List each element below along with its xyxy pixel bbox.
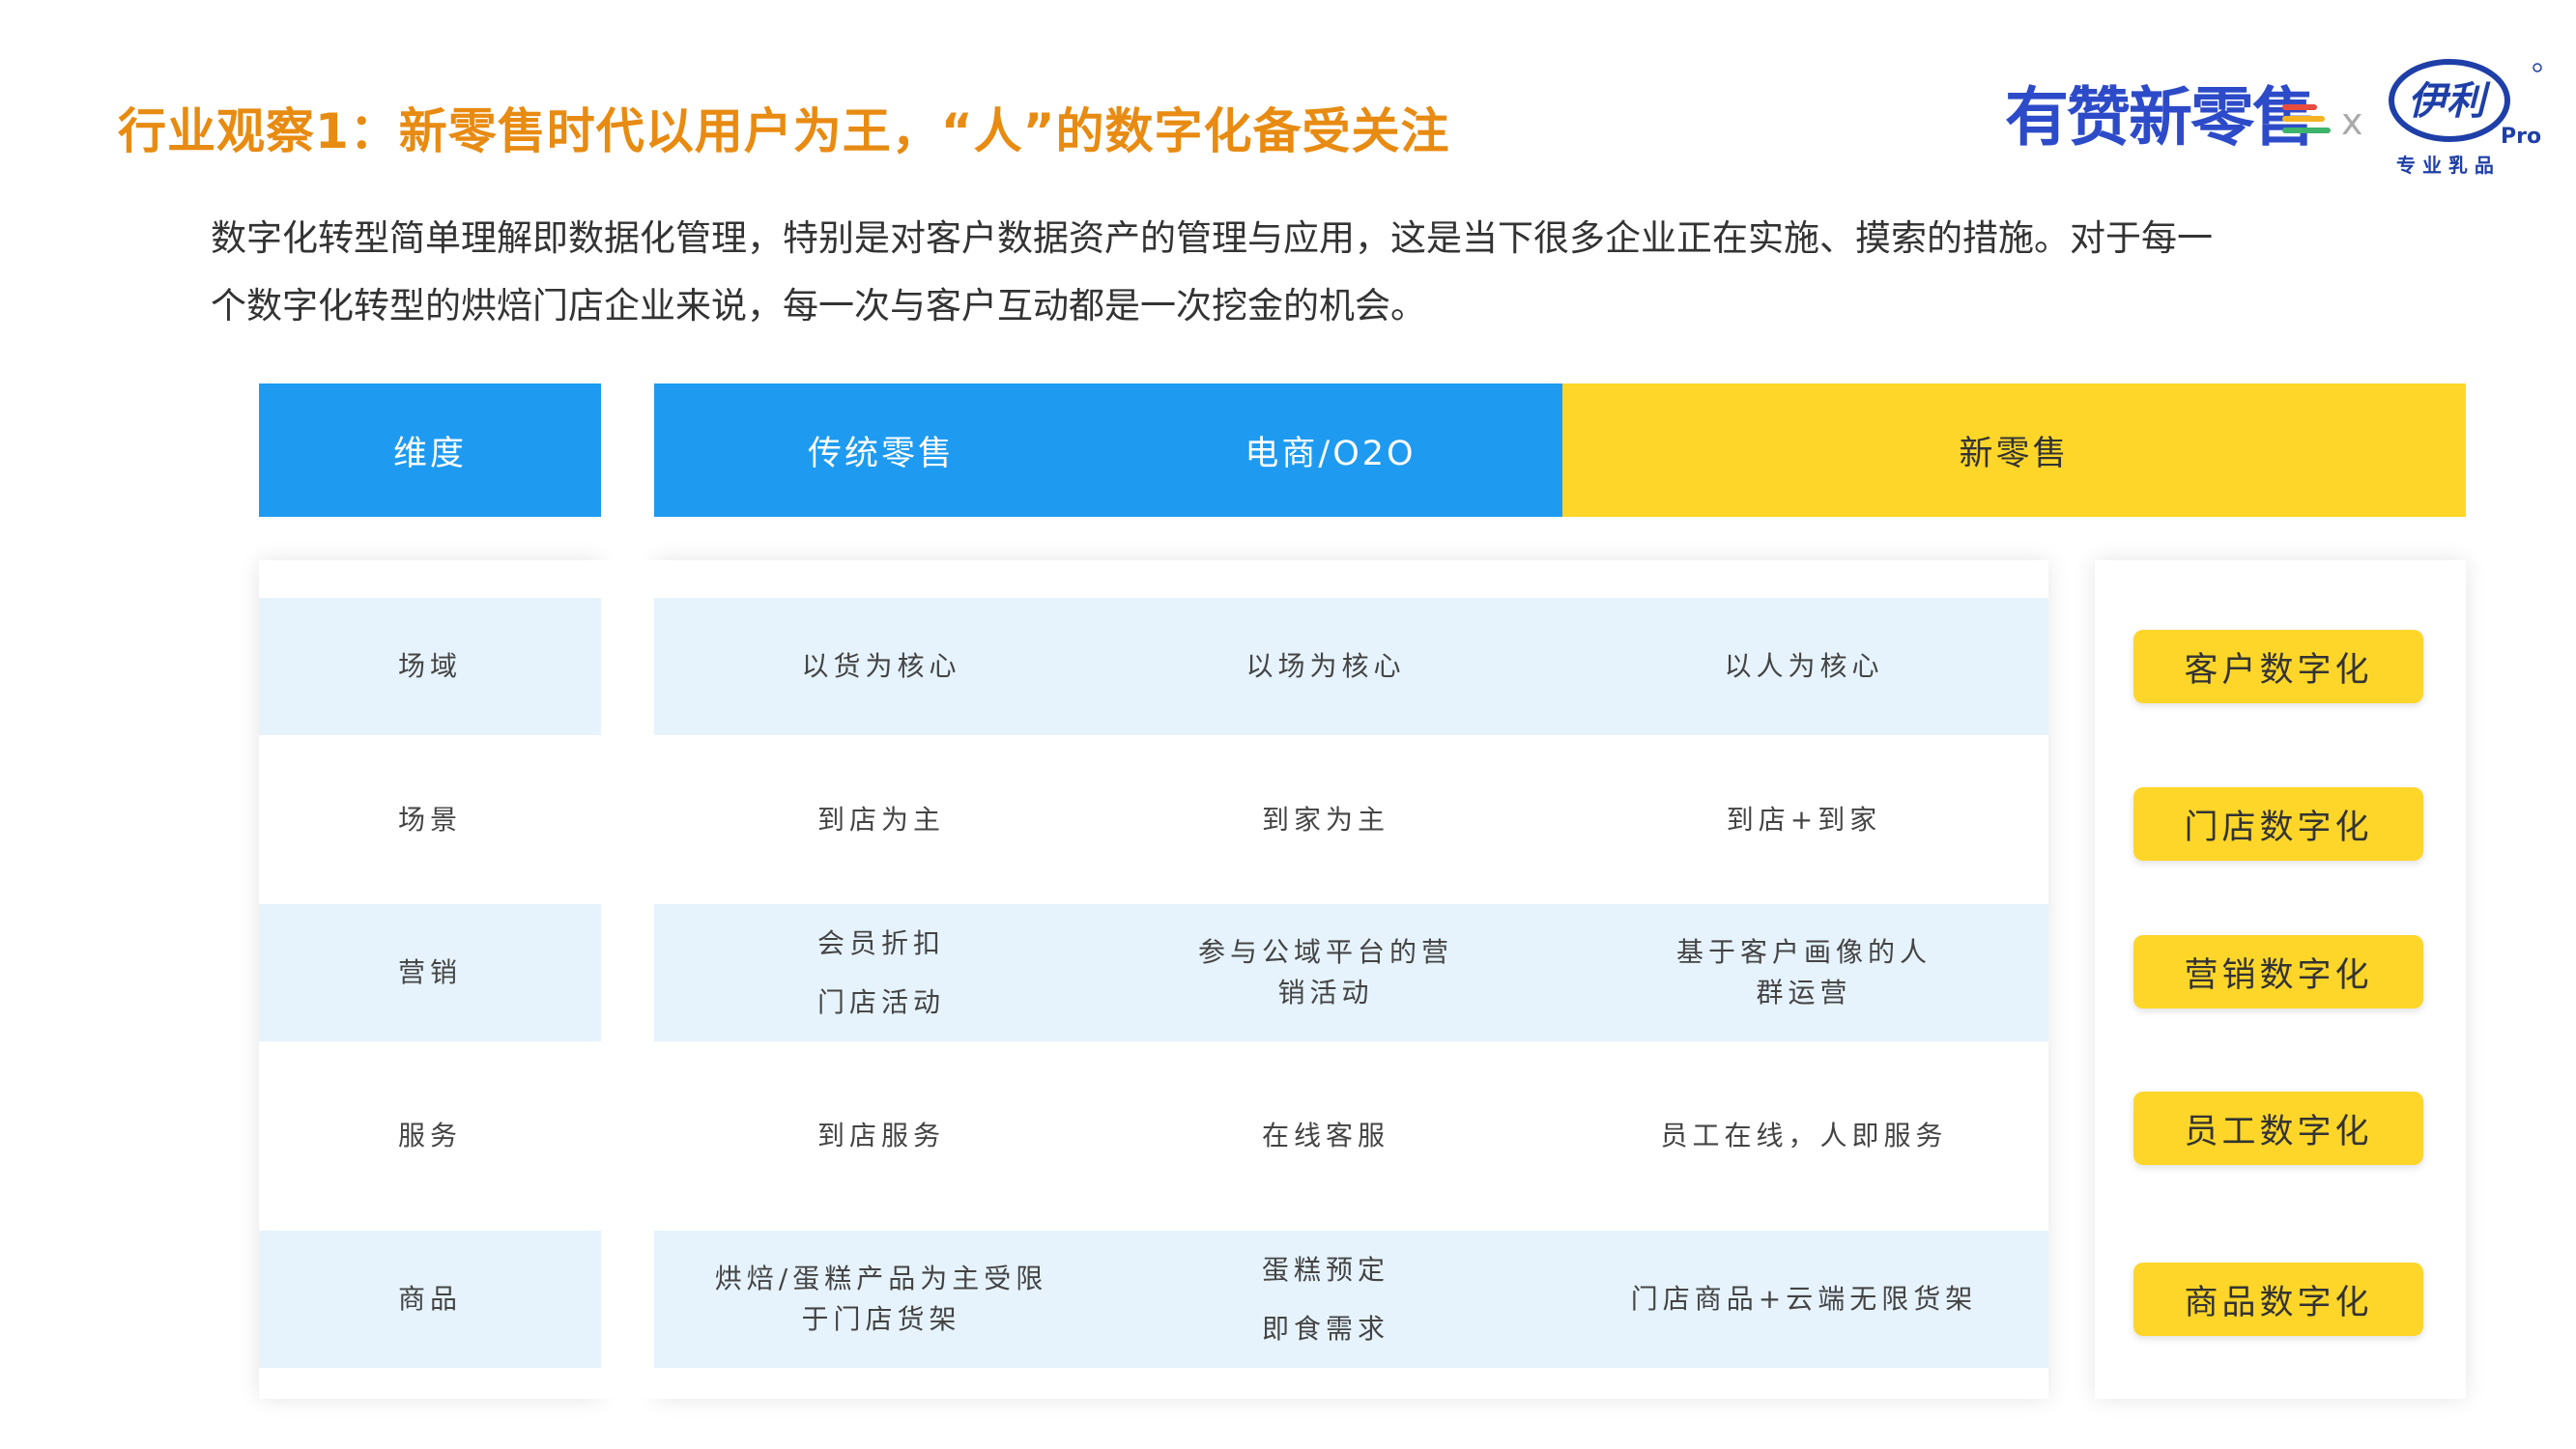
intro-paragraph: 数字化转型简单理解即数据化管理，特别是对客户数据资产的管理与应用，这是当下很多企… [211,205,2365,340]
header-dimension: 维度 [259,384,601,517]
row-dimension: 商品 [397,1283,462,1315]
row-ecommerce: 参与公域平台的营 销活动 [1197,936,1453,1009]
table-row: 场景 到店为主 到家为主 到店+到家 [259,735,2048,904]
row-traditional: 以货为核心 [801,650,961,682]
row-ecommerce: 在线客服 [1261,1120,1389,1151]
table-row: 场域 以货为核心 以场为核心 以人为核心 [259,598,2048,735]
table-row: 营销 会员折扣 门店活动 参与公域平台的营 销活动 基于客户画像的人 群运营 [259,904,2048,1041]
youzan-logo-stripes [2282,104,2331,147]
row-ecommerce: 以场为核心 [1245,650,1406,682]
page-title: 行业观察1：新零售时代以用户为王，“人”的数字化备受关注 [118,103,1450,159]
badge-employee-digitalization: 员工数字化 [2133,1092,2423,1165]
row-traditional: 到店服务 [816,1120,945,1151]
badge-store-digitalization: 门店数字化 [2133,787,2423,861]
yili-logo: 伊利 Pro 专 业 乳 品 [2387,54,2551,180]
yili-brand-text: 伊利 [2408,79,2491,124]
row-ecommerce: 到家为主 [1261,803,1389,836]
header-traditional-ecommerce: 传统零售 电商/O2O [654,384,1562,517]
row-new-retail: 员工在线，人即服务 [1660,1120,1948,1151]
row-ecommerce: 蛋糕预定 即食需求 [1261,1254,1389,1345]
header-ecommerce-label: 电商/O2O [1245,434,1417,473]
row-new-retail: 门店商品+云端无限货架 [1630,1283,1978,1315]
header-dimension-label: 维度 [392,434,467,473]
table-row: 服务 到店服务 在线客服 员工在线，人即服务 [259,1041,2048,1231]
intro-line-1: 数字化转型简单理解即数据化管理，特别是对客户数据资产的管理与应用，这是当下很多企… [211,217,2213,259]
row-traditional: 会员折扣 门店活动 [816,927,945,1018]
header-new-retail: 新零售 [1562,384,2466,517]
header-traditional: 传统零售 [654,384,1108,517]
badge-customer-digitalization: 客户数字化 [2133,630,2423,703]
row-dimension: 营销 [397,956,462,988]
yili-pro-text: Pro [2501,125,2541,149]
yili-tagline-text: 专 业 乳 品 [2396,154,2494,177]
logo-separator: x [2341,100,2363,143]
header-new-retail-label: 新零售 [1959,434,2070,473]
row-new-retail: 到店+到家 [1726,803,1882,836]
intro-line-2: 个数字化转型的烘焙门店企业来说，每一次与客户互动都是一次挖金的机会。 [211,285,1426,327]
badge-product-digitalization: 商品数字化 [2133,1263,2423,1336]
row-traditional: 烘焙/蛋糕产品为主受限 于门店货架 [714,1263,1048,1335]
column-gap [601,560,654,1399]
youzan-logo: 有赞新零售 [2005,80,2316,155]
row-new-retail: 以人为核心 [1724,650,1884,682]
header-ecommerce: 电商/O2O [1103,384,1558,517]
header-traditional-label: 传统零售 [807,434,955,473]
row-dimension: 场景 [397,803,462,836]
row-dimension: 场域 [397,650,462,682]
row-traditional: 到店为主 [816,803,945,836]
badge-marketing-digitalization: 营销数字化 [2133,935,2423,1009]
row-new-retail: 基于客户画像的人 群运营 [1675,936,1932,1009]
row-dimension: 服务 [397,1120,462,1151]
table-row: 商品 烘焙/蛋糕产品为主受限 于门店货架 蛋糕预定 即食需求 门店商品+云端无限货架 [259,1231,2048,1368]
